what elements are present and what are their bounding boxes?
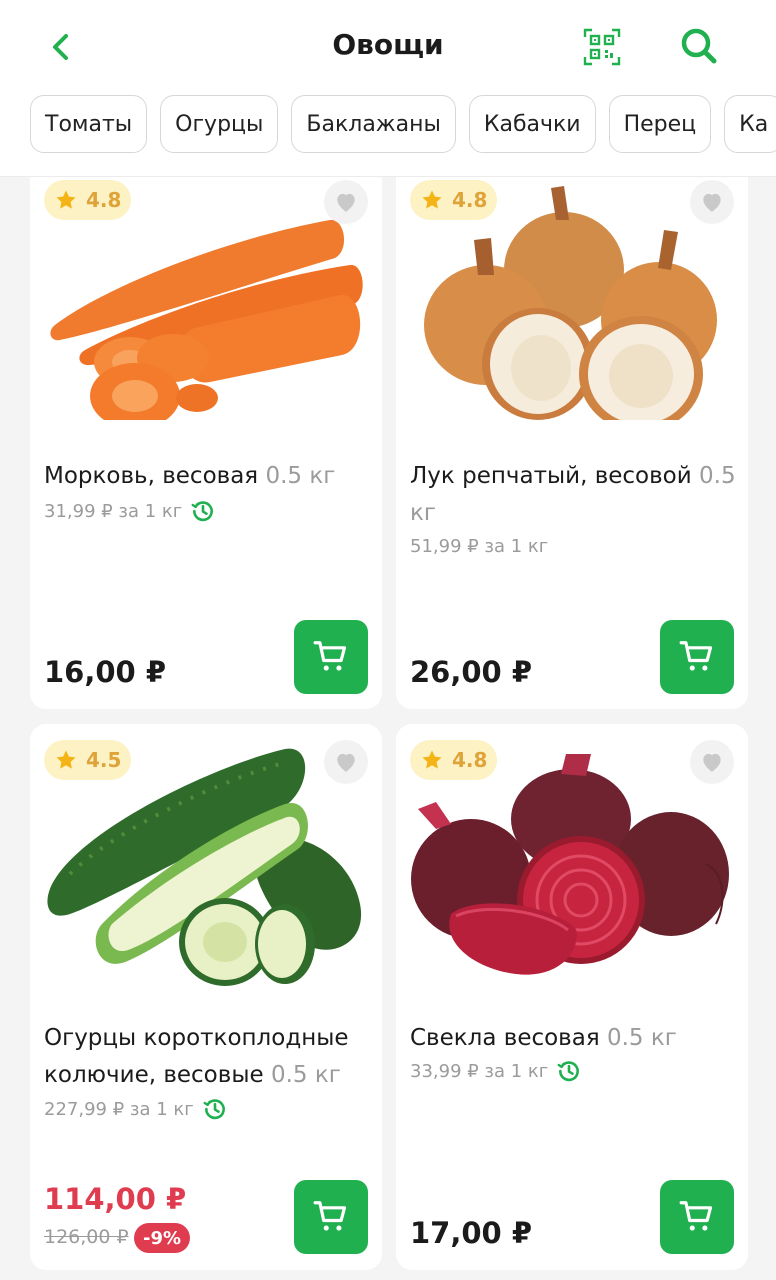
unit-price-row: 227,99 ₽ за 1 кг [44, 1096, 228, 1122]
heart-icon [699, 749, 725, 775]
add-to-cart-button[interactable] [294, 1180, 368, 1254]
star-icon [420, 188, 444, 212]
add-to-cart-button[interactable] [660, 620, 734, 694]
price: 26,00 ₽ [410, 655, 533, 689]
rating-value: 4.8 [452, 748, 488, 772]
unit-price: 227,99 ₽ за 1 кг [44, 1098, 194, 1120]
product-card-carrot[interactable]: 4.8 Морковь, весовая 0.5 кг 31,99 ₽ за 1… [30, 150, 382, 709]
rating-badge: 4.8 [410, 180, 498, 220]
unit-price-row: 31,99 ₽ за 1 кг [44, 498, 216, 524]
price: 16,00 ₽ [44, 655, 167, 689]
heart-icon [333, 749, 359, 775]
history-clock-icon [556, 1058, 582, 1084]
history-clock-icon [190, 498, 216, 524]
unit-price: 33,99 ₽ за 1 кг [410, 1060, 549, 1082]
product-title: Лук репчатый, весовой [410, 463, 692, 489]
rating-value: 4.8 [86, 188, 122, 212]
star-icon [54, 188, 78, 212]
cart-icon [678, 1198, 716, 1236]
rating-value: 4.5 [86, 748, 122, 772]
search-icon[interactable] [678, 25, 720, 67]
chip-zucchini[interactable]: Кабачки [468, 95, 596, 153]
qr-code-icon[interactable] [582, 27, 622, 67]
favorite-button[interactable] [324, 180, 368, 224]
favorite-button[interactable] [324, 740, 368, 784]
cart-icon [312, 1198, 350, 1236]
unit-price: 51,99 ₽ за 1 кг [410, 536, 549, 557]
price: 17,00 ₽ [410, 1216, 533, 1250]
product-card-onion[interactable]: 4.8 Лук репчатый, весовой 0.5 кг 51,99 ₽… [396, 150, 748, 709]
product-name: Лук репчатый, весовой 0.5 кг [410, 458, 736, 532]
chip-cucumbers[interactable]: Огурцы [160, 95, 279, 153]
cart-icon [678, 638, 716, 676]
chip-eggplants[interactable]: Баклажаны [291, 95, 456, 153]
favorite-button[interactable] [690, 180, 734, 224]
discount-badge: -9% [134, 1223, 191, 1253]
rating-badge: 4.5 [44, 740, 132, 780]
product-weight: 0.5 кг [606, 1025, 677, 1051]
chip-pepper[interactable]: Перец [608, 95, 712, 153]
product-name: Морковь, весовая 0.5 кг [44, 458, 370, 495]
rating-badge: 4.8 [44, 180, 132, 220]
favorite-button[interactable] [690, 740, 734, 784]
history-clock-icon [202, 1096, 228, 1122]
star-icon [420, 748, 444, 772]
rating-badge: 4.8 [410, 740, 498, 780]
add-to-cart-button[interactable] [294, 620, 368, 694]
product-title: Свекла весовая [410, 1025, 600, 1051]
product-name: Свекла весовая 0.5 кг [410, 1020, 736, 1057]
unit-price-row: 33,99 ₽ за 1 кг [410, 1058, 582, 1084]
chip-tomatoes[interactable]: Томаты [30, 95, 148, 153]
category-chips: Томаты Огурцы Баклажаны Кабачки Перец Ка [30, 95, 776, 155]
sale-price: 114,00 ₽ [44, 1182, 187, 1216]
product-weight: 0.5 кг [270, 1062, 341, 1088]
add-to-cart-button[interactable] [660, 1180, 734, 1254]
page-title: Овощи [332, 28, 444, 61]
product-card-beet[interactable]: 4.8 Свекла весовая 0.5 кг 33,99 ₽ за 1 к… [396, 724, 748, 1270]
product-name: Огурцы короткоплодные колючие, весовые 0… [44, 1020, 370, 1094]
unit-price-row: 51,99 ₽ за 1 кг [410, 536, 548, 557]
rating-value: 4.8 [452, 188, 488, 212]
cart-icon [312, 638, 350, 676]
heart-icon [699, 189, 725, 215]
product-title: Морковь, весовая [44, 463, 259, 489]
unit-price: 31,99 ₽ за 1 кг [44, 500, 183, 522]
star-icon [54, 748, 78, 772]
product-card-cucumber[interactable]: 4.5 Огурцы короткоплодные колючие, весов… [30, 724, 382, 1270]
old-price: 126,00 ₽ [44, 1226, 129, 1248]
chip-more[interactable]: Ка [724, 95, 776, 153]
product-weight: 0.5 кг [265, 463, 336, 489]
heart-icon [333, 189, 359, 215]
top-bar: Овощи Томаты Огурцы Баклажаны Кабачки Пе… [0, 0, 776, 177]
